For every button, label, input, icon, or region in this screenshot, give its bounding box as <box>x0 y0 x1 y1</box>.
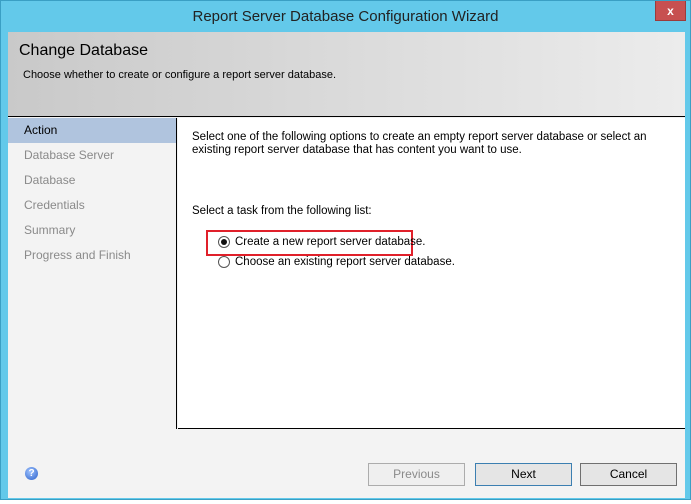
radio-create-new[interactable] <box>218 236 230 248</box>
option-choose-existing[interactable]: Choose an existing report server databas… <box>218 256 455 268</box>
sidebar-item-database-server[interactable]: Database Server <box>8 143 176 168</box>
radio-choose-existing[interactable] <box>218 256 230 268</box>
main-panel: Select one of the following options to c… <box>178 118 685 429</box>
help-icon[interactable]: ? <box>25 467 38 480</box>
page-subtitle: Choose whether to create or configure a … <box>23 69 337 81</box>
option-create-new-label: Create a new report server database. <box>235 236 426 248</box>
next-button[interactable]: Next <box>475 463 572 486</box>
client-area: Change Database Choose whether to create… <box>8 32 685 498</box>
page-title: Change Database <box>19 42 148 59</box>
sidebar-item-credentials[interactable]: Credentials <box>8 193 176 218</box>
option-create-new[interactable]: Create a new report server database. <box>218 236 426 248</box>
close-button[interactable]: x <box>655 1 686 21</box>
page-header: Change Database Choose whether to create… <box>8 32 685 117</box>
sidebar: Action Database Server Database Credenti… <box>8 118 177 429</box>
task-label: Select a task from the following list: <box>192 205 372 217</box>
cancel-button[interactable]: Cancel <box>580 463 677 486</box>
sidebar-item-progress[interactable]: Progress and Finish <box>8 243 176 268</box>
window-title: Report Server Database Configuration Wiz… <box>192 8 499 25</box>
wizard-window: Report Server Database Configuration Wiz… <box>0 0 691 500</box>
sidebar-item-database[interactable]: Database <box>8 168 176 193</box>
option-choose-existing-label: Choose an existing report server databas… <box>235 256 455 268</box>
sidebar-item-action[interactable]: Action <box>8 118 176 143</box>
sidebar-item-summary[interactable]: Summary <box>8 218 176 243</box>
intro-text: Select one of the following options to c… <box>192 131 647 156</box>
previous-button[interactable]: Previous <box>368 463 465 486</box>
